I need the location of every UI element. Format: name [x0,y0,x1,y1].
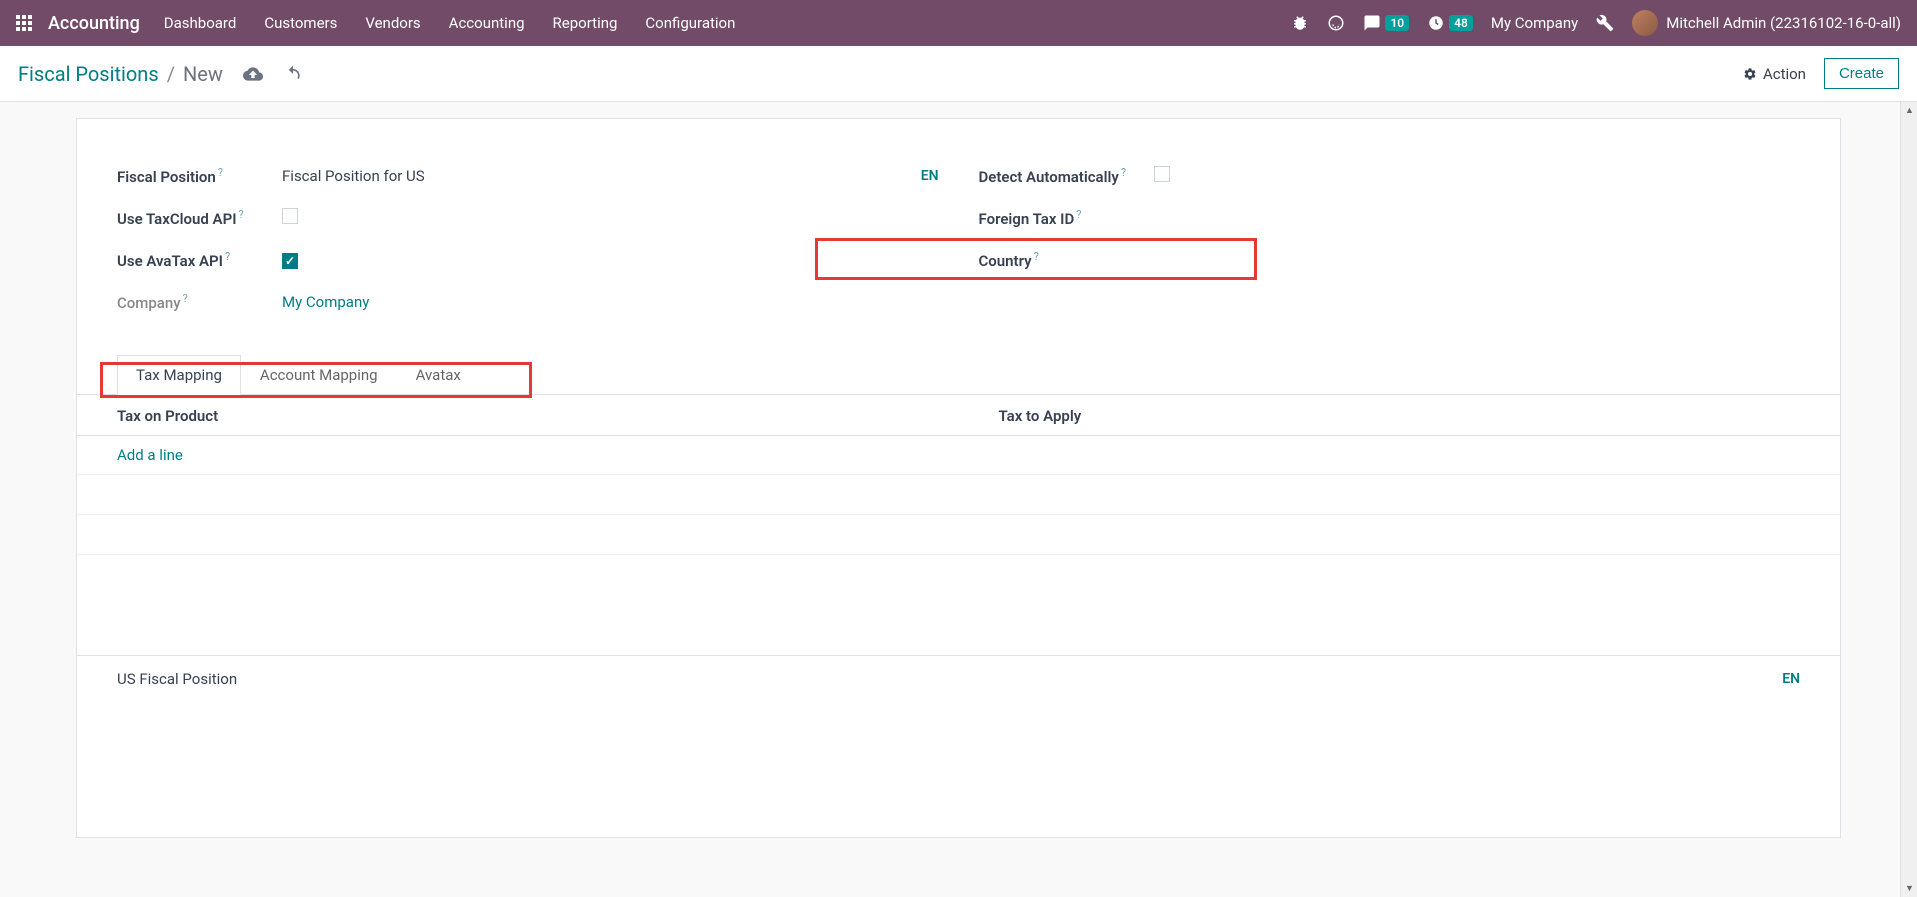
control-bar: Fiscal Positions / New Action Create [0,46,1917,102]
menu-customers[interactable]: Customers [264,14,337,32]
tax-mapping-table: Tax on Product Tax to Apply Add a line [77,395,1840,595]
menu-configuration[interactable]: Configuration [645,14,735,32]
notes-lang-badge[interactable]: EN [1782,671,1800,687]
value-detect-auto [1154,166,1801,186]
checkbox-detect-auto[interactable] [1154,166,1170,182]
help-icon[interactable]: ? [1076,208,1081,221]
user-name: Mitchell Admin (22316102-16-0-all) [1666,14,1901,32]
help-icon[interactable]: ? [183,292,188,305]
row-use-taxcloud: Use TaxCloud API? [117,197,939,239]
notes-text[interactable]: US Fiscal Position [117,670,237,688]
navbar-left: Accounting Dashboard Customers Vendors A… [16,13,735,34]
add-line-link[interactable]: Add a line [117,446,183,464]
action-button[interactable]: Action [1743,65,1806,83]
row-country: Country? [979,239,1801,281]
checkbox-avatax[interactable] [282,253,298,269]
tools-icon[interactable] [1596,14,1614,32]
label-use-avatax: Use AvaTax API? [117,250,282,270]
menu-accounting[interactable]: Accounting [449,14,525,32]
company-switcher[interactable]: My Company [1491,14,1578,32]
activities-icon[interactable]: 48 [1427,14,1473,32]
tab-tax-mapping[interactable]: Tax Mapping [117,355,241,395]
value-use-taxcloud [282,208,939,228]
discard-icon[interactable] [283,64,303,84]
form-sheet: Fiscal Position? Fiscal Position for US … [76,118,1841,838]
notes-section: US Fiscal Position EN [77,655,1840,702]
scroll-down-icon[interactable]: ▼ [1901,880,1917,897]
row-use-avatax: Use AvaTax API? [117,239,939,281]
create-button[interactable]: Create [1824,58,1899,89]
support-icon[interactable] [1327,14,1345,32]
col-tax-on-product[interactable]: Tax on Product [77,395,959,436]
form-top: Fiscal Position? Fiscal Position for US … [77,119,1840,333]
help-icon[interactable]: ? [225,250,230,263]
messages-icon[interactable]: 10 [1363,14,1409,32]
action-label: Action [1763,65,1806,83]
help-icon[interactable]: ? [1034,250,1039,263]
table-row-blank [77,555,1840,595]
navbar-brand[interactable]: Accounting [48,13,140,34]
tabs: Tax Mapping Account Mapping Avatax [77,355,1840,395]
apps-icon[interactable] [16,15,32,31]
row-fiscal-position: Fiscal Position? Fiscal Position for US … [117,155,939,197]
form-col-left: Fiscal Position? Fiscal Position for US … [117,155,939,323]
label-foreign-tax: Foreign Tax ID? [979,208,1154,228]
row-detect-auto: Detect Automatically? [979,155,1801,197]
breadcrumb-current: New [183,62,223,86]
checkbox-taxcloud[interactable] [282,208,298,224]
breadcrumb: Fiscal Positions / New [18,62,223,86]
menu-dashboard[interactable]: Dashboard [164,14,237,32]
form-col-right: Detect Automatically? Foreign Tax ID? Co… [979,155,1801,323]
help-icon[interactable]: ? [218,166,223,179]
col-tax-to-apply[interactable]: Tax to Apply [959,395,1841,436]
help-icon[interactable]: ? [1121,166,1126,179]
table-container: Tax on Product Tax to Apply Add a line [77,395,1840,595]
breadcrumb-parent[interactable]: Fiscal Positions [18,62,159,86]
menu-vendors[interactable]: Vendors [365,14,420,32]
breadcrumb-sep: / [167,62,175,86]
label-company: Company? [117,292,282,312]
menu-reporting[interactable]: Reporting [553,14,618,32]
row-company: Company? My Company [117,281,939,323]
value-use-avatax [282,251,939,269]
gear-icon [1743,67,1757,81]
scrollbar[interactable]: ▲ ▼ [1900,102,1917,897]
save-cloud-icon[interactable] [243,64,263,84]
lang-badge[interactable]: EN [921,168,939,184]
table-row-add: Add a line [77,436,1840,475]
label-fiscal-position: Fiscal Position? [117,166,282,186]
label-detect-auto: Detect Automatically? [979,166,1154,186]
label-country: Country? [979,250,1154,270]
navbar-right: 10 48 My Company Mitchell Admin (2231610… [1291,10,1901,36]
navbar-menu: Dashboard Customers Vendors Accounting R… [164,14,736,32]
navbar: Accounting Dashboard Customers Vendors A… [0,0,1917,46]
label-use-taxcloud: Use TaxCloud API? [117,208,282,228]
debug-icon[interactable] [1291,14,1309,32]
breadcrumb-icons [243,64,303,84]
messages-badge: 10 [1385,15,1409,31]
help-icon[interactable]: ? [239,208,244,221]
avatar [1632,10,1658,36]
tab-avatax[interactable]: Avatax [397,355,480,395]
tab-account-mapping[interactable]: Account Mapping [241,355,397,395]
main-content: Fiscal Position? Fiscal Position for US … [0,102,1917,897]
user-menu[interactable]: Mitchell Admin (22316102-16-0-all) [1632,10,1901,36]
table-row-blank [77,475,1840,515]
value-fiscal-position[interactable]: Fiscal Position for US [282,167,939,185]
scroll-up-icon[interactable]: ▲ [1901,102,1917,119]
row-foreign-tax: Foreign Tax ID? [979,197,1801,239]
control-bar-right: Action Create [1743,58,1899,89]
activities-badge: 48 [1449,15,1473,31]
value-company[interactable]: My Company [282,293,939,311]
table-row-blank [77,515,1840,555]
